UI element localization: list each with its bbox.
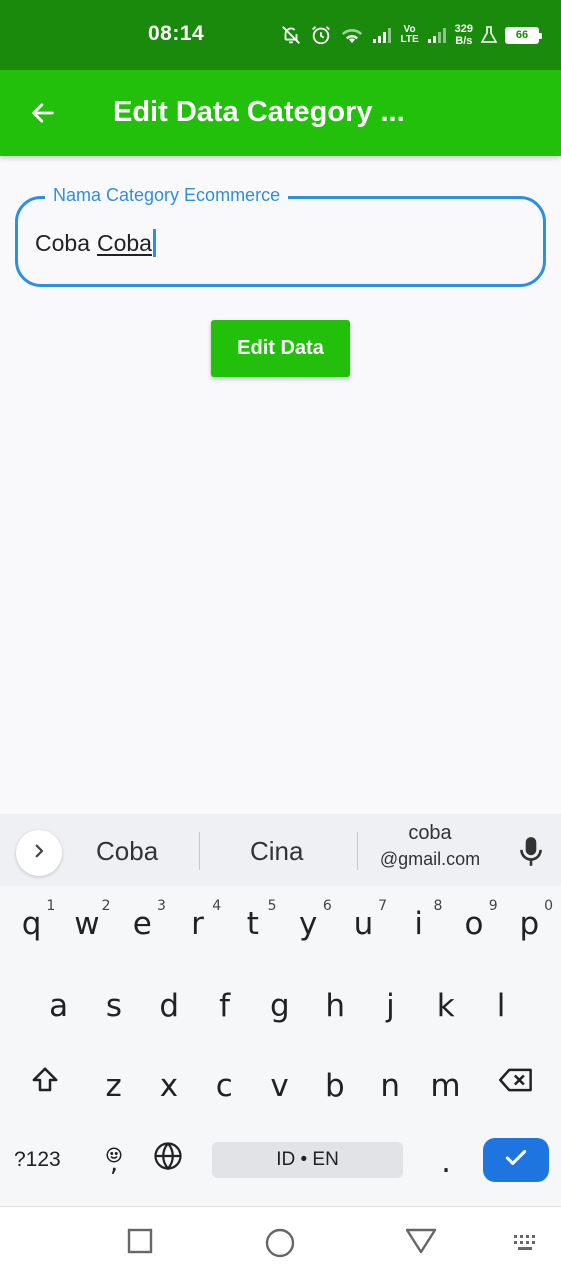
alarm-icon	[310, 24, 332, 46]
key-hint: 1	[46, 898, 56, 914]
symbols-key[interactable]: ?123	[14, 1148, 61, 1172]
microphone-icon	[518, 835, 544, 874]
keyboard-icon	[512, 1233, 540, 1258]
mute-icon	[280, 24, 302, 46]
key-q[interactable]: q1	[4, 898, 59, 950]
key-g[interactable]: g	[252, 980, 307, 1032]
shift-key[interactable]	[20, 1062, 70, 1106]
key-u[interactable]: u7	[336, 898, 391, 950]
category-name-field[interactable]: Nama Category Ecommerce Coba Coba	[15, 185, 546, 287]
keyboard-switch-button[interactable]	[512, 1233, 540, 1258]
key-x[interactable]: x	[141, 1060, 196, 1112]
key-w[interactable]: w2	[59, 898, 114, 950]
key-hint: 6	[322, 898, 332, 914]
key-hint: 2	[101, 898, 111, 914]
key-h[interactable]: h	[308, 980, 363, 1032]
back-nav-button[interactable]	[404, 1227, 438, 1260]
key-hint: 4	[212, 898, 222, 914]
key-hint: 8	[433, 898, 443, 914]
key-hint: 0	[544, 898, 553, 914]
key-hint: 5	[267, 898, 277, 914]
period-key[interactable]: .	[428, 1142, 464, 1182]
key-c[interactable]: c	[197, 1060, 252, 1112]
key-hint: 7	[378, 898, 388, 914]
space-key[interactable]: ID • EN	[212, 1142, 403, 1178]
key-hint: 3	[156, 898, 166, 914]
square-icon	[126, 1227, 154, 1260]
key-i[interactable]: i8	[391, 898, 446, 950]
network-speed: 329 B/s	[454, 23, 473, 47]
key-z[interactable]: z	[86, 1060, 141, 1112]
text-cursor	[152, 229, 156, 257]
signal-icon	[372, 26, 392, 44]
language-key[interactable]	[148, 1140, 188, 1180]
page-title: Edit Data Category ...	[113, 96, 405, 128]
status-icons: Vo LTE 329 B/s 66	[280, 18, 542, 52]
wifi-icon	[340, 25, 364, 45]
key-p[interactable]: p0	[502, 898, 557, 950]
field-value[interactable]: Coba Coba	[35, 229, 156, 257]
volte-indicator: Vo LTE	[400, 24, 419, 45]
enter-key[interactable]	[483, 1138, 549, 1182]
keyboard-suggestion-bar: Coba Cina coba @gmail.com	[0, 814, 561, 886]
key-e[interactable]: e3	[115, 898, 170, 950]
circle-icon	[264, 1227, 296, 1264]
backspace-key[interactable]	[490, 1062, 542, 1106]
app-bar: Edit Data Category ...	[0, 70, 561, 156]
flask-icon	[481, 26, 497, 44]
key-hint: 9	[488, 898, 498, 914]
home-button[interactable]	[264, 1227, 296, 1264]
microphone-button[interactable]	[516, 834, 546, 874]
key-d[interactable]: d	[142, 980, 197, 1032]
key-a[interactable]: a	[31, 980, 86, 1032]
key-f[interactable]: f	[197, 980, 252, 1032]
triangle-down-icon	[404, 1227, 438, 1260]
key-l[interactable]: l	[473, 980, 528, 1032]
recents-button[interactable]	[126, 1227, 154, 1260]
back-button[interactable]	[20, 92, 66, 138]
suggestion-email[interactable]: coba @gmail.com	[370, 822, 490, 870]
keyboard: q1w2e3r4t5y6u7i8o9p0 asdfghjkl zxcvbnm ?…	[0, 886, 561, 1206]
status-bar: 08:14 Vo LTE 329 B/s 66	[0, 0, 561, 70]
key-r[interactable]: r4	[170, 898, 225, 950]
key-j[interactable]: j	[363, 980, 418, 1032]
key-n[interactable]: n	[363, 1060, 418, 1112]
suggestion-2[interactable]: Cina	[250, 836, 303, 867]
field-label: Nama Category Ecommerce	[45, 185, 289, 206]
signal-icon	[427, 26, 447, 44]
battery-icon: 66	[505, 26, 542, 44]
key-s[interactable]: s	[86, 980, 141, 1032]
globe-icon	[153, 1141, 183, 1179]
key-m[interactable]: m	[418, 1060, 473, 1112]
shift-icon	[30, 1065, 60, 1103]
expand-toolbar-button[interactable]	[16, 830, 62, 876]
key-o[interactable]: o9	[446, 898, 501, 950]
status-time: 08:14	[148, 22, 205, 45]
navigation-bar	[0, 1206, 561, 1280]
chevron-right-icon	[30, 842, 48, 865]
key-b[interactable]: b	[307, 1060, 362, 1112]
key-t[interactable]: t5	[225, 898, 280, 950]
backspace-icon	[498, 1066, 534, 1102]
edit-data-button[interactable]: Edit Data	[211, 320, 350, 377]
key-v[interactable]: v	[252, 1060, 307, 1112]
arrow-left-icon	[29, 99, 57, 132]
emoji-comma-key[interactable]: ,	[92, 1134, 136, 1184]
key-y[interactable]: y6	[281, 898, 336, 950]
divider	[199, 832, 200, 870]
divider	[357, 832, 358, 870]
suggestion-1[interactable]: Coba	[96, 836, 158, 867]
checkmark-icon	[501, 1145, 531, 1176]
key-k[interactable]: k	[418, 980, 473, 1032]
